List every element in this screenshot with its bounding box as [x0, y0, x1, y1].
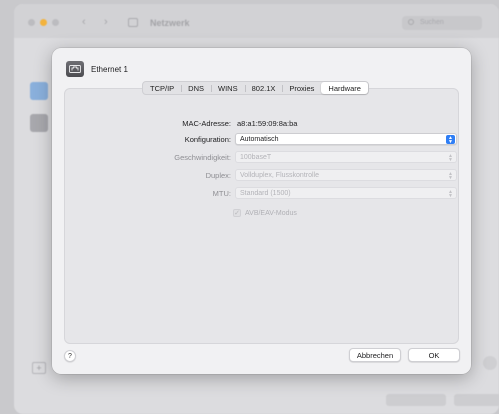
- sheet-title: Ethernet 1: [91, 64, 128, 74]
- tab-proxies[interactable]: Proxies: [282, 82, 321, 94]
- ethernet-settings-sheet: Ethernet 1 MAC-Adresse: a8:a1:59:09:8a:b…: [52, 48, 471, 374]
- mtu-select[interactable]: Standard (1500) ▲ ▼: [235, 187, 457, 199]
- duplex-value: Vollduplex, Flusskontrolle: [240, 172, 319, 179]
- search-field[interactable]: Suchen: [402, 16, 482, 30]
- search-placeholder: Suchen: [420, 19, 444, 26]
- avb-eav-label: AVB/EAV-Modus: [245, 209, 297, 217]
- close-window-button[interactable]: [28, 19, 35, 26]
- ethernet-icon: [66, 61, 84, 77]
- back-icon[interactable]: ‹: [82, 16, 86, 28]
- mac-address-row: MAC-Adresse: a8:a1:59:09:8a:ba: [65, 117, 458, 130]
- sidebar-service-ethernet[interactable]: [30, 82, 48, 100]
- add-service-button[interactable]: +: [32, 362, 46, 374]
- updown-chevron-icon: ▲ ▼: [446, 135, 455, 144]
- window-titlebar: ‹ › Netzwerk Suchen: [14, 4, 499, 38]
- grid-view-icon[interactable]: [128, 18, 138, 27]
- tab-bar: TCP/IP DNS WINS 802.1X Proxies Hardware: [142, 81, 369, 95]
- duplex-label: Duplex:: [205, 171, 231, 180]
- tab-8021x[interactable]: 802.1X: [244, 82, 283, 94]
- search-icon: [408, 19, 414, 25]
- background-button-2[interactable]: [454, 394, 499, 406]
- speed-label: Geschwindigkeit:: [174, 153, 231, 162]
- mtu-value: Standard (1500): [240, 190, 291, 197]
- forward-icon[interactable]: ›: [104, 16, 108, 28]
- cancel-button[interactable]: Abbrechen: [349, 348, 401, 362]
- mac-address-value: a8:a1:59:09:8a:ba: [237, 119, 298, 128]
- mac-address-label: MAC-Adresse:: [182, 119, 231, 128]
- configuration-select[interactable]: Automatisch ▲ ▼: [235, 133, 457, 145]
- configuration-row: Konfiguration: Automatisch ▲ ▼: [65, 133, 458, 146]
- ok-button[interactable]: OK: [408, 348, 460, 362]
- configuration-value: Automatisch: [240, 136, 279, 143]
- tab-wins[interactable]: WINS: [211, 82, 245, 94]
- avb-eav-row: ✓ AVB/EAV-Modus: [233, 207, 297, 219]
- background-button-1[interactable]: [386, 394, 446, 406]
- tab-dns[interactable]: DNS: [181, 82, 211, 94]
- speed-select[interactable]: 100baseT ▲ ▼: [235, 151, 457, 163]
- speed-value: 100baseT: [240, 154, 272, 161]
- background-help-button[interactable]: [483, 356, 497, 370]
- minimize-window-button[interactable]: [40, 19, 47, 26]
- sidebar-service-other[interactable]: [30, 114, 48, 132]
- zoom-window-button[interactable]: [52, 19, 59, 26]
- updown-chevron-icon: ▲ ▼: [448, 152, 453, 163]
- avb-eav-checkbox[interactable]: ✓: [233, 209, 241, 217]
- updown-chevron-icon: ▲ ▼: [448, 170, 453, 181]
- mtu-row: MTU: Standard (1500) ▲ ▼: [65, 187, 458, 200]
- hardware-panel: MAC-Adresse: a8:a1:59:09:8a:ba Konfigura…: [64, 88, 459, 344]
- sheet-header: Ethernet 1: [66, 60, 128, 78]
- updown-chevron-icon: ▲ ▼: [448, 188, 453, 199]
- tab-tcpip[interactable]: TCP/IP: [143, 82, 181, 94]
- mtu-label: MTU:: [212, 189, 231, 198]
- duplex-row: Duplex: Vollduplex, Flusskontrolle ▲ ▼: [65, 169, 458, 182]
- help-button[interactable]: ?: [64, 350, 76, 362]
- speed-row: Geschwindigkeit: 100baseT ▲ ▼: [65, 151, 458, 164]
- tab-hardware[interactable]: Hardware: [321, 82, 368, 94]
- window-title: Netzwerk: [150, 18, 190, 28]
- duplex-select[interactable]: Vollduplex, Flusskontrolle ▲ ▼: [235, 169, 457, 181]
- configuration-label: Konfiguration:: [184, 135, 231, 144]
